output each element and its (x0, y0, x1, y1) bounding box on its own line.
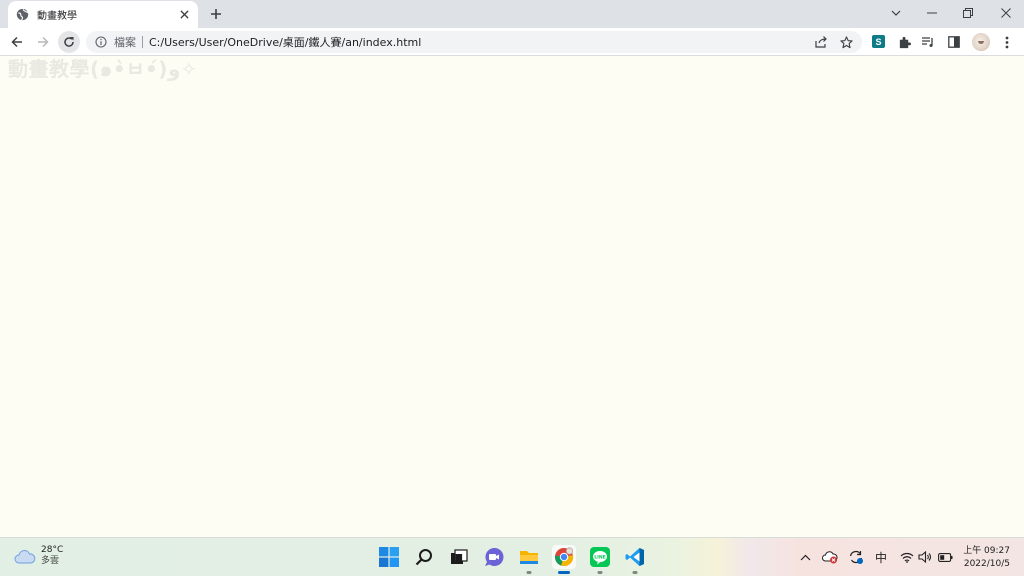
tab-strip: 動畫教學 (0, 0, 1024, 28)
chat-icon (485, 547, 504, 566)
file-explorer-button[interactable] (517, 545, 541, 574)
address-bar[interactable]: 檔案 C:/Users/User/OneDrive/桌面/鐵人賽/an/inde… (86, 31, 862, 53)
taskbar-search-button[interactable] (412, 545, 436, 569)
system-clock[interactable]: 上午 09:27 2022/10/5 (960, 545, 1010, 571)
clock-date: 2022/10/5 (963, 559, 1010, 569)
vscode-button[interactable] (623, 545, 647, 574)
share-icon[interactable] (813, 34, 829, 50)
more-menu-icon[interactable] (999, 34, 1015, 50)
taskbar: 28°C 多雲 LINE 中 上午 09:27 2022/10/5 (0, 537, 1024, 576)
tab-search-icon[interactable] (878, 0, 914, 26)
teams-chat-button[interactable] (482, 545, 506, 569)
chrome-button[interactable] (552, 545, 576, 574)
forward-button[interactable] (32, 31, 54, 53)
vscode-icon (625, 548, 644, 566)
folder-icon (520, 551, 538, 564)
omnibox-divider (142, 36, 143, 48)
running-indicator (632, 571, 638, 574)
windows-start-button[interactable] (377, 545, 401, 569)
cloud-icon (14, 549, 36, 564)
clock-time: 上午 09:27 (963, 546, 1010, 556)
back-button[interactable] (6, 31, 28, 53)
svg-text:LINE: LINE (594, 555, 606, 561)
task-view-icon (451, 549, 468, 564)
side-panel-icon[interactable] (946, 34, 962, 50)
battery-icon[interactable] (937, 549, 953, 565)
chrome-icon (555, 547, 574, 567)
weather-widget[interactable]: 28°C 多雲 (14, 545, 63, 567)
s-extension-icon[interactable]: S (872, 35, 885, 48)
task-view-button[interactable] (447, 545, 471, 569)
extensions-puzzle-icon[interactable] (896, 34, 912, 50)
reading-list-icon[interactable] (920, 34, 936, 50)
new-tab-button[interactable] (205, 4, 227, 24)
tab-title: 動畫教學 (37, 11, 77, 22)
running-indicator (597, 571, 603, 574)
onedrive-error-icon[interactable] (822, 549, 838, 565)
profile-avatar[interactable] (972, 33, 990, 51)
line-button[interactable]: LINE (588, 545, 612, 574)
info-icon[interactable] (95, 36, 107, 48)
scheme-label: 檔案 (114, 36, 136, 49)
reload-button[interactable] (58, 31, 80, 53)
restore-button[interactable] (950, 0, 986, 26)
running-indicator (526, 571, 532, 574)
page-content: 動畫教學(๑•̀ㅂ•́)و✧ (0, 57, 1024, 537)
show-hidden-icons-chevron-up-icon[interactable] (797, 549, 813, 565)
weather-condition: 多雲 (41, 556, 60, 566)
browser-toolbar: 檔案 C:/Users/User/OneDrive/桌面/鐵人賽/an/inde… (0, 28, 1024, 56)
bookmark-star-icon[interactable] (838, 34, 854, 50)
search-icon (415, 549, 432, 566)
sync-icon[interactable] (848, 549, 864, 565)
volume-icon[interactable] (917, 549, 933, 565)
running-indicator (558, 571, 570, 574)
minimize-button[interactable] (914, 0, 950, 26)
globe-icon (16, 8, 29, 21)
line-app-icon: LINE (590, 547, 610, 567)
url-text[interactable]: C:/Users/User/OneDrive/桌面/鐵人賽/an/index.h… (149, 34, 421, 50)
close-tab-icon[interactable] (176, 7, 192, 23)
page-heading: 動畫教學(๑•̀ㅂ•́)و✧ (8, 57, 198, 81)
input-language-indicator[interactable]: 中 (873, 549, 889, 565)
weather-temperature: 28°C (41, 545, 64, 555)
windows-logo-icon (379, 547, 399, 567)
wifi-icon[interactable] (899, 549, 915, 565)
close-window-button[interactable] (988, 0, 1024, 26)
browser-tab[interactable]: 動畫教學 (8, 1, 198, 28)
